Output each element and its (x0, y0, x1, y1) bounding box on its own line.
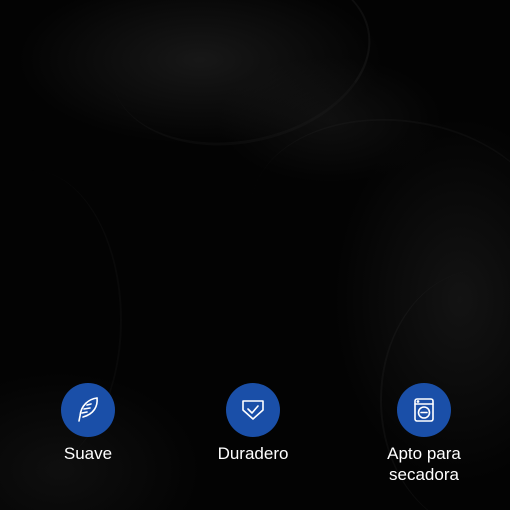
feature-duradero: Duradero (183, 383, 323, 464)
feature-label: Suave (63, 444, 113, 463)
feature-label-line: Apto para (387, 444, 461, 463)
feather-icon (61, 383, 115, 437)
feature-suave: Suave (18, 383, 158, 464)
feature-apto-para-secadora: Apto para secadora (354, 383, 494, 485)
dryer-icon (397, 383, 451, 437)
fabric-fold (237, 100, 510, 342)
feature-label: Duradero (217, 444, 289, 463)
feature-label-line: secadora (389, 465, 459, 484)
fabric-background: Suave Duradero Apto para secadora (0, 0, 510, 510)
feature-label: Apto para secadora (387, 443, 461, 485)
shield-check-icon (226, 383, 280, 437)
fabric-fold (94, 0, 388, 169)
